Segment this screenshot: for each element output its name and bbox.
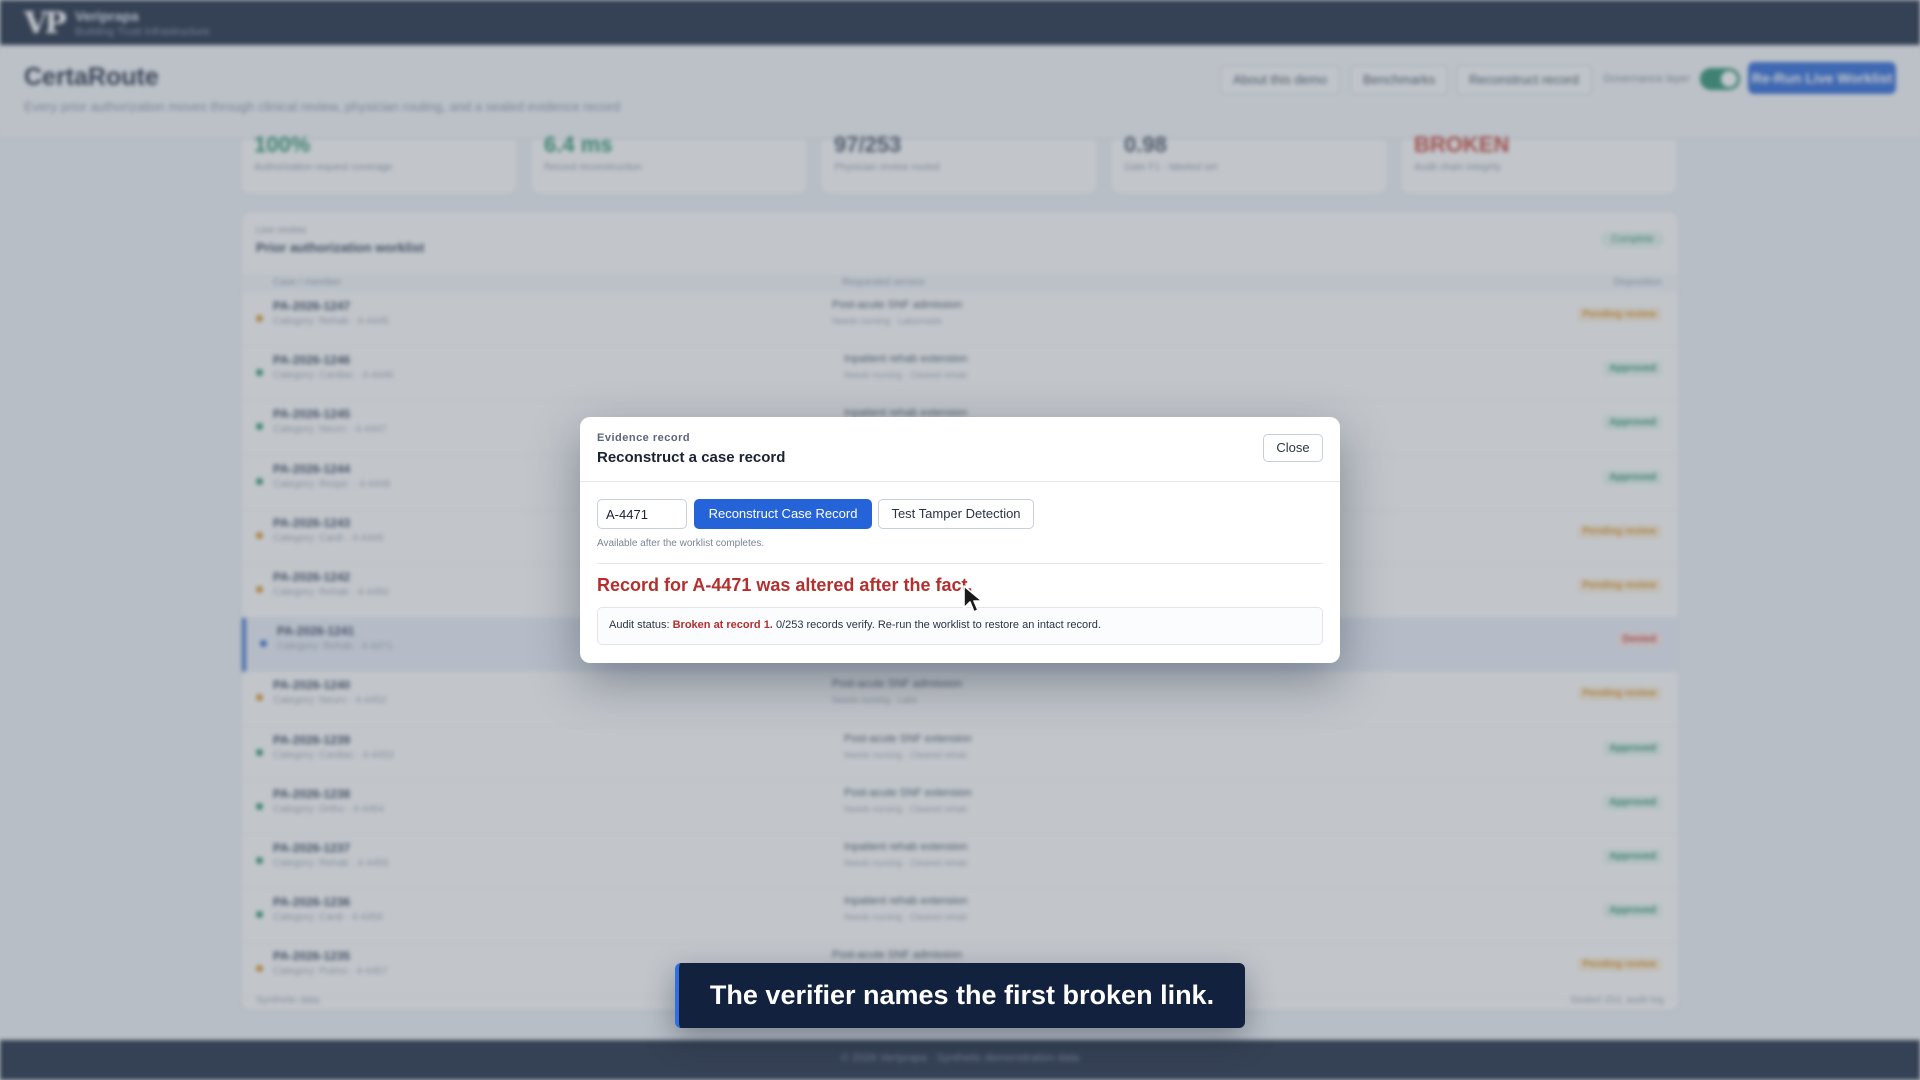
reconstruct-case-button[interactable]: Reconstruct Case Record	[694, 499, 872, 529]
tamper-alert-heading: Record for A-4471 was altered after the …	[597, 575, 973, 595]
modal-divider	[580, 481, 1340, 482]
audit-status-text: Audit status: Broken at record 1. 0/253 …	[609, 619, 1101, 631]
modal-kicker: Evidence record	[597, 432, 691, 444]
caption-banner: The verifier names the first broken link…	[675, 963, 1245, 1028]
modal-title: Reconstruct a case record	[597, 449, 786, 466]
audit-detail: 0/253 records verify. Re-run the worklis…	[775, 619, 1101, 631]
audit-status-box: Audit status: Broken at record 1. 0/253 …	[597, 607, 1323, 645]
evidence-record-modal: Evidence record Reconstruct a case recor…	[580, 417, 1340, 663]
audit-broken-link: Broken at record 1.	[672, 619, 773, 631]
close-button[interactable]: Close	[1263, 434, 1323, 462]
result-divider	[597, 563, 1323, 564]
audit-prefix: Audit status:	[609, 619, 670, 631]
availability-note: Available after the worklist completes.	[597, 538, 765, 549]
mouse-pointer-icon	[963, 585, 983, 613]
test-tamper-button[interactable]: Test Tamper Detection	[878, 499, 1034, 529]
case-id-input[interactable]	[597, 499, 687, 529]
caption-text: The verifier names the first broken link…	[709, 980, 1215, 1010]
